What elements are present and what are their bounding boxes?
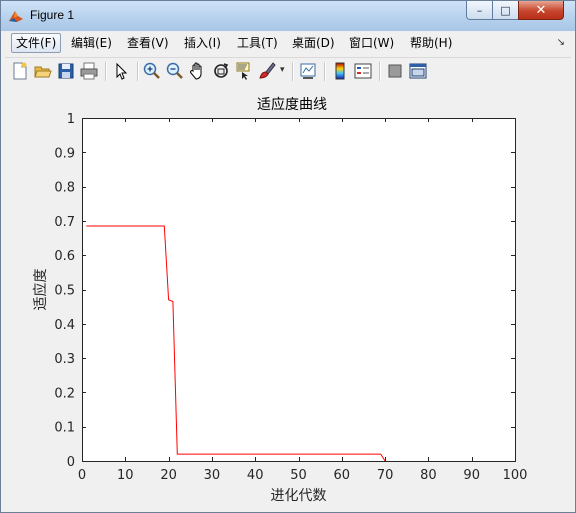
y-tick-label: 1 — [67, 112, 75, 127]
y-tick-label: 0.4 — [54, 318, 75, 333]
zoom-in-icon[interactable] — [142, 61, 162, 81]
x-tick-label: 0 — [78, 468, 86, 483]
toolbar-separator — [137, 62, 139, 81]
hide-plot-tools-icon[interactable] — [385, 61, 405, 81]
y-tick-label: 0.9 — [54, 146, 75, 161]
x-tick-label: 60 — [334, 468, 351, 483]
y-tick-label: 0 — [67, 455, 75, 470]
matlab-app-icon — [9, 11, 23, 22]
axes-area[interactable] — [82, 118, 515, 461]
close-button[interactable]: ✕ — [518, 1, 564, 20]
window-title: Figure 1 — [30, 8, 75, 22]
data-cursor-icon[interactable] — [234, 61, 254, 81]
y-axis-label: 适应度 — [32, 269, 49, 311]
pan-hand-icon[interactable] — [188, 61, 208, 81]
rotate-3d-icon[interactable] — [211, 61, 231, 81]
menu-file[interactable]: 文件(F) — [11, 33, 62, 53]
menu-edit[interactable]: 编辑(E) — [67, 34, 116, 52]
menu-help[interactable]: 帮助(H) — [406, 34, 456, 52]
close-icon: ✕ — [535, 2, 547, 18]
open-file-icon[interactable] — [33, 61, 53, 81]
x-tick-label: 100 — [503, 468, 528, 483]
toolbar-separator — [324, 62, 326, 81]
x-tick-label: 20 — [160, 468, 177, 483]
minimize-button[interactable]: – — [466, 1, 493, 20]
menu-window[interactable]: 窗口(W) — [345, 34, 398, 52]
y-tick-label: 0.1 — [54, 421, 75, 436]
chart-title: 适应度曲线 — [257, 96, 327, 113]
new-figure-icon[interactable] — [10, 61, 30, 81]
maximize-icon: □ — [500, 3, 511, 17]
zoom-out-icon[interactable] — [165, 61, 185, 81]
menu-insert[interactable]: 插入(I) — [180, 34, 225, 52]
legend-icon[interactable] — [353, 61, 373, 81]
menu-bar: 文件(F) 编辑(E) 查看(V) 插入(I) 工具(T) 桌面(D) 窗口(W… — [5, 31, 571, 55]
x-tick-label: 50 — [290, 468, 307, 483]
x-tick-label: 30 — [204, 468, 221, 483]
brush-icon[interactable] — [257, 61, 277, 81]
brush-dropdown-icon[interactable]: ▾ — [280, 65, 285, 75]
toolbar-separator — [292, 62, 294, 81]
figure-toolbar: ▾ — [5, 57, 571, 86]
figure-canvas: 适应度曲线 0 10 20 30 40 50 60 70 80 90 100 0 0.1 0.2 0.3 0.… — [5, 85, 571, 508]
title-bar[interactable]: Figure 1 – □ ✕ — [1, 1, 575, 31]
menu-view[interactable]: 查看(V) — [123, 34, 173, 52]
menu-tools[interactable]: 工具(T) — [233, 34, 282, 52]
colorbar-icon[interactable] — [330, 61, 350, 81]
y-tick-label: 0.8 — [54, 181, 75, 196]
toolbar-separator — [105, 62, 107, 81]
link-plot-icon[interactable] — [298, 61, 318, 81]
x-tick-label: 70 — [377, 468, 394, 483]
x-tick-label: 80 — [420, 468, 437, 483]
plot-svg: 适应度曲线 0 10 20 30 40 50 60 70 80 90 100 0 0.1 0.2 0.3 0.… — [32, 96, 528, 504]
x-tick-label: 10 — [117, 468, 134, 483]
toolbar-separator — [379, 62, 381, 81]
show-plot-tools-icon[interactable] — [408, 61, 428, 81]
x-tick-label: 40 — [247, 468, 264, 483]
y-tick-label: 0.7 — [54, 215, 75, 230]
y-tick-label: 0.2 — [54, 386, 75, 401]
maximize-button[interactable]: □ — [492, 1, 519, 20]
y-tick-label: 0.5 — [54, 284, 75, 299]
print-icon[interactable] — [79, 61, 99, 81]
x-axis-label: 进化代数 — [271, 488, 327, 504]
x-tick-label: 90 — [463, 468, 480, 483]
save-icon[interactable] — [56, 61, 76, 81]
menu-overflow-icon[interactable]: ↘ — [557, 37, 565, 48]
menu-desktop[interactable]: 桌面(D) — [288, 34, 339, 52]
y-tick-label: 0.6 — [54, 249, 75, 264]
select-arrow-icon[interactable] — [111, 61, 131, 81]
minimize-icon: – — [476, 3, 483, 17]
y-tick-label: 0.3 — [54, 352, 75, 367]
figure-window: Figure 1 – □ ✕ 文件(F) 编辑(E) 查看(V) 插入(I) 工… — [0, 0, 576, 513]
